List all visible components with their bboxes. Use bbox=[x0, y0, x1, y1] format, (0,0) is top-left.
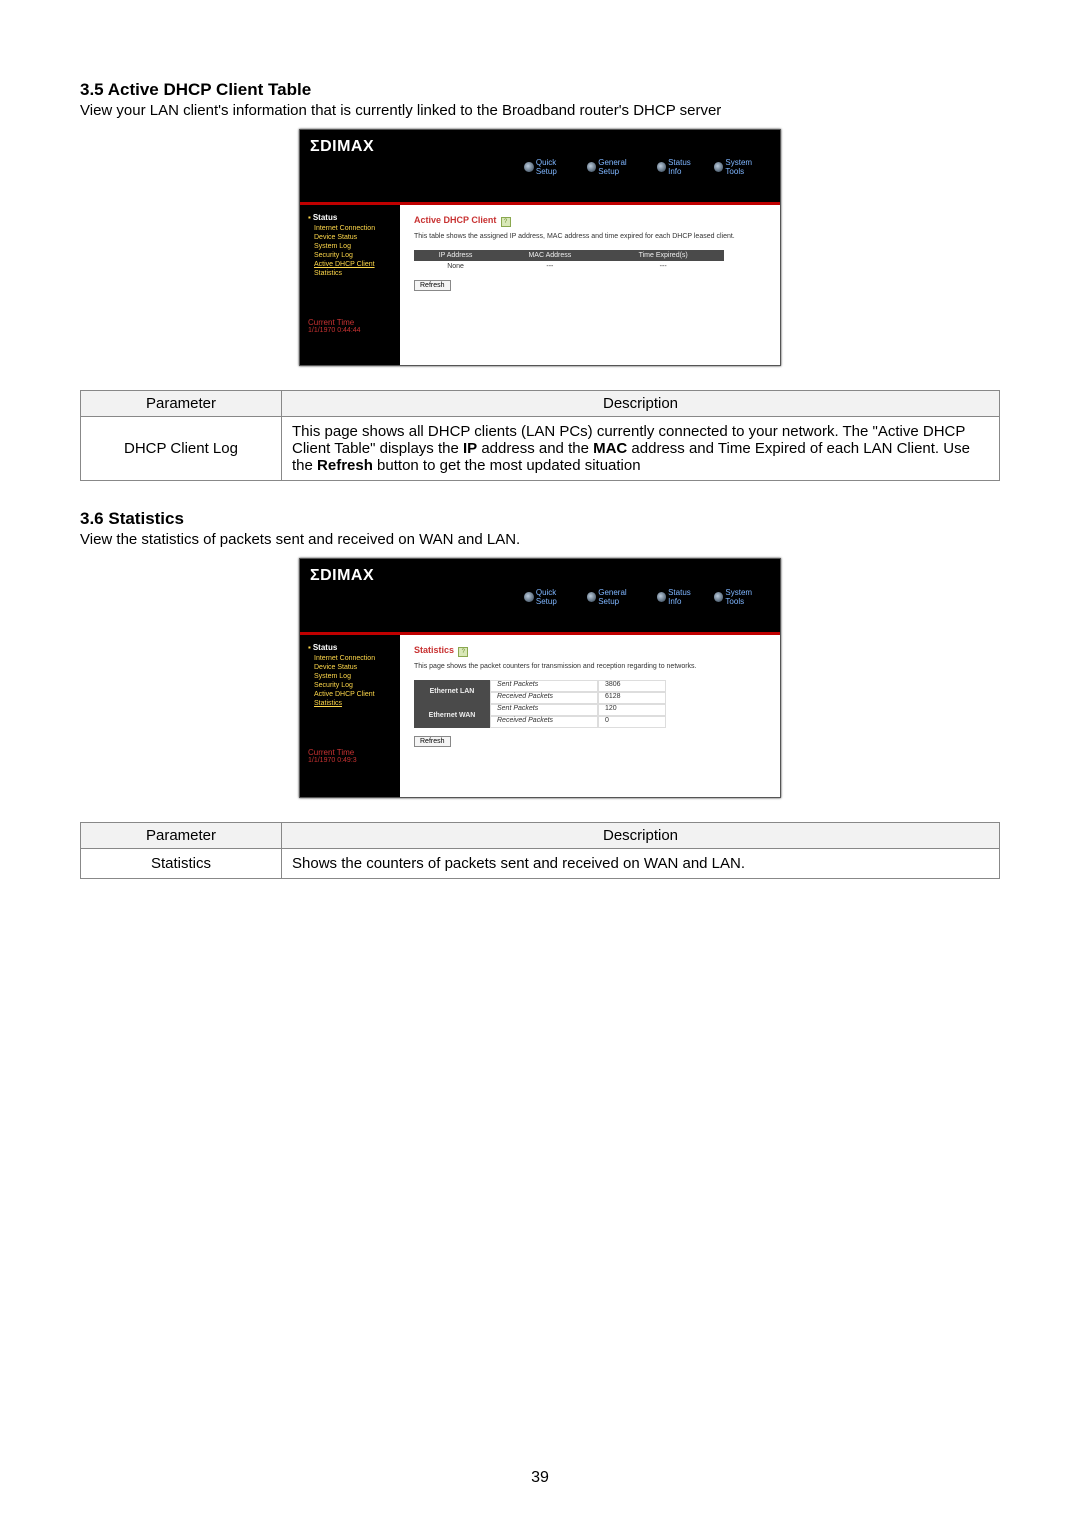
sidebar-item-statistics[interactable]: Statistics bbox=[308, 699, 400, 708]
content-pane: Statistics ? This page shows the packet … bbox=[400, 635, 780, 797]
sidebar-item-device-status[interactable]: Device Status bbox=[308, 233, 400, 242]
top-menu-status-info[interactable]: Status Info bbox=[657, 158, 704, 176]
brand-logo: ΣDIMAX bbox=[310, 567, 524, 585]
content-title: Active DHCP Client bbox=[414, 215, 496, 225]
menu-icon bbox=[587, 592, 596, 602]
top-menu-system-tools[interactable]: System Tools bbox=[714, 158, 770, 176]
section-intro-36: View the statistics of packets sent and … bbox=[80, 531, 1000, 548]
content-description: This table shows the assigned IP address… bbox=[414, 233, 766, 240]
col-time: Time Expired(s) bbox=[603, 250, 724, 261]
menu-icon bbox=[714, 162, 723, 172]
help-icon[interactable]: ? bbox=[501, 217, 511, 227]
stat-row-lan: Ethernet LAN Sent Packets3806 Received P… bbox=[414, 680, 766, 704]
sidebar-item-statistics[interactable]: Statistics bbox=[308, 269, 400, 278]
iface-lan-label: Ethernet LAN bbox=[414, 680, 490, 704]
section-heading-35: 3.5 Active DHCP Client Table bbox=[80, 80, 1000, 100]
brand-tagline: NETWORKING PEOPLE TOGETHER bbox=[310, 161, 459, 196]
refresh-button[interactable]: Refresh bbox=[414, 736, 451, 747]
param-name: Statistics bbox=[81, 848, 282, 878]
param-table-35: Parameter Description DHCP Client Log Th… bbox=[80, 390, 1000, 481]
section-heading-36: 3.6 Statistics bbox=[80, 509, 1000, 529]
param-desc: This page shows all DHCP clients (LAN PC… bbox=[282, 417, 1000, 481]
top-menu-quick-setup[interactable]: Quick Setup bbox=[524, 588, 576, 606]
menu-icon bbox=[657, 592, 666, 602]
sidebar-item-security-log[interactable]: Security Log bbox=[308, 681, 400, 690]
content-pane: Active DHCP Client ? This table shows th… bbox=[400, 205, 780, 365]
current-time-label: Current Time bbox=[308, 318, 400, 327]
dhcp-table: IP Address MAC Address Time Expired(s) N… bbox=[414, 250, 724, 272]
sidebar-item-system-log[interactable]: System Log bbox=[308, 672, 400, 681]
iface-wan-label: Ethernet WAN bbox=[414, 704, 490, 728]
brand-logo: ΣDIMAX bbox=[310, 138, 524, 156]
top-menu-quick-setup[interactable]: Quick Setup bbox=[524, 158, 576, 176]
refresh-button[interactable]: Refresh bbox=[414, 280, 451, 291]
screenshot-statistics: ΣDIMAX NETWORKING PEOPLE TOGETHER Quick … bbox=[299, 558, 781, 797]
section-intro-35: View your LAN client's information that … bbox=[80, 102, 1000, 119]
col-mac: MAC Address bbox=[497, 250, 602, 261]
page-number: 39 bbox=[0, 1469, 1080, 1487]
sidebar-item-active-dhcp-client[interactable]: Active DHCP Client bbox=[308, 690, 400, 699]
menu-icon bbox=[587, 162, 596, 172]
help-icon[interactable]: ? bbox=[458, 647, 468, 657]
top-menu-general-setup[interactable]: General Setup bbox=[587, 588, 647, 606]
col-description: Description bbox=[282, 391, 1000, 417]
brand-tagline: NETWORKING PEOPLE TOGETHER bbox=[310, 591, 459, 626]
content-title: Statistics bbox=[414, 645, 454, 655]
param-name: DHCP Client Log bbox=[81, 417, 282, 481]
sidebar-item-internet-connection[interactable]: Internet Connection bbox=[308, 224, 400, 233]
col-parameter: Parameter bbox=[81, 822, 282, 848]
content-description: This page shows the packet counters for … bbox=[414, 663, 766, 670]
current-time-value: 1/1/1970 0:44:44 bbox=[308, 327, 400, 334]
sidebar-item-system-log[interactable]: System Log bbox=[308, 242, 400, 251]
sidebar-item-active-dhcp-client[interactable]: Active DHCP Client bbox=[308, 260, 400, 269]
sidebar: Status Internet Connection Device Status… bbox=[300, 205, 400, 365]
param-desc: Shows the counters of packets sent and r… bbox=[282, 848, 1000, 878]
col-ip: IP Address bbox=[414, 250, 497, 261]
sidebar-item-security-log[interactable]: Security Log bbox=[308, 251, 400, 260]
sidebar-status-head[interactable]: Status bbox=[308, 643, 400, 652]
col-parameter: Parameter bbox=[81, 391, 282, 417]
stat-row-wan: Ethernet WAN Sent Packets120 Received Pa… bbox=[414, 704, 766, 728]
sidebar-item-device-status[interactable]: Device Status bbox=[308, 663, 400, 672]
top-menu: Quick Setup General Setup Status Info Sy… bbox=[524, 588, 770, 606]
top-menu-system-tools[interactable]: System Tools bbox=[714, 588, 770, 606]
current-time-label: Current Time bbox=[308, 748, 400, 757]
table-row: None --- --- bbox=[414, 261, 724, 272]
wan-recv-value: 0 bbox=[598, 716, 666, 728]
current-time-value: 1/1/1970 0:49:3 bbox=[308, 757, 400, 764]
sidebar-status-head[interactable]: Status bbox=[308, 213, 400, 222]
sidebar: Status Internet Connection Device Status… bbox=[300, 635, 400, 797]
top-menu-status-info[interactable]: Status Info bbox=[657, 588, 704, 606]
menu-icon bbox=[657, 162, 666, 172]
col-description: Description bbox=[282, 822, 1000, 848]
lan-sent-value: 3806 bbox=[598, 680, 666, 692]
menu-icon bbox=[714, 592, 723, 602]
top-menu: Quick Setup General Setup Status Info Sy… bbox=[524, 158, 770, 176]
param-table-36: Parameter Description Statistics Shows t… bbox=[80, 822, 1000, 879]
screenshot-dhcp: ΣDIMAX NETWORKING PEOPLE TOGETHER Quick … bbox=[299, 129, 781, 366]
sidebar-item-internet-connection[interactable]: Internet Connection bbox=[308, 654, 400, 663]
wan-sent-value: 120 bbox=[598, 704, 666, 716]
top-menu-general-setup[interactable]: General Setup bbox=[587, 158, 647, 176]
menu-icon bbox=[524, 592, 533, 602]
menu-icon bbox=[524, 162, 533, 172]
lan-recv-value: 6128 bbox=[598, 692, 666, 704]
